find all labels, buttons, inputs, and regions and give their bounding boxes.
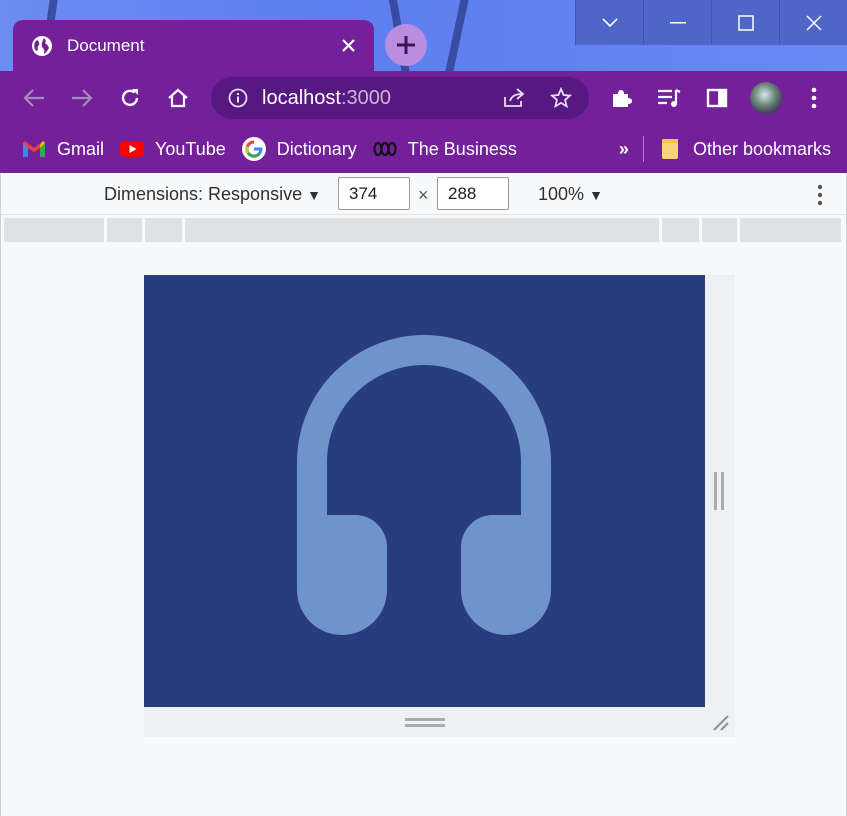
media-queue-icon <box>658 89 681 107</box>
close-icon <box>341 39 355 52</box>
bookmark-label: The Business <box>407 138 517 159</box>
media-query-segment[interactable] <box>185 218 659 242</box>
tab-title: Document <box>67 35 145 55</box>
viewport-resize-handle-bottom[interactable] <box>405 718 445 727</box>
bookmark-gmail[interactable]: Gmail <box>14 131 112 167</box>
more-vert-icon <box>817 184 823 206</box>
bookmark-the-business[interactable]: The Business <box>365 131 525 167</box>
bookmarks-overflow-button[interactable]: » <box>611 131 637 167</box>
tab-document[interactable]: Document <box>13 20 374 71</box>
dimensions-dropdown[interactable]: Dimensions: Responsive ▼ <box>104 184 321 205</box>
url-port: :3000 <box>340 86 391 109</box>
address-bar[interactable]: localhost:3000 <box>211 77 589 119</box>
tab-close-button[interactable] <box>334 32 362 60</box>
viewport-resize-handle-corner[interactable] <box>710 712 730 732</box>
google-icon <box>241 137 266 161</box>
close-icon <box>805 14 822 31</box>
zoom-label: 100% <box>538 184 585 204</box>
youtube-icon <box>120 137 145 161</box>
folder-icon <box>658 137 682 161</box>
share-icon[interactable] <box>502 87 526 109</box>
bookmark-dictionary[interactable]: Dictionary <box>234 131 365 167</box>
media-query-segment[interactable] <box>662 218 699 242</box>
headphones-icon <box>297 335 551 635</box>
bookmark-label: Dictionary <box>276 138 357 159</box>
media-query-segment[interactable] <box>107 218 142 242</box>
bookmarks-divider <box>642 136 644 162</box>
avatar[interactable] <box>750 82 782 114</box>
width-input[interactable] <box>338 177 410 210</box>
side-panel-icon <box>706 88 728 108</box>
menu-button[interactable] <box>798 82 830 114</box>
dimension-times: × <box>418 185 429 205</box>
media-query-bar <box>4 218 844 242</box>
bookmark-other-folder[interactable]: Other bookmarks <box>650 131 847 167</box>
chevron-down-icon <box>601 17 618 27</box>
browser-toolbar: localhost:3000 <box>0 71 847 125</box>
caret-down-icon: ▼ <box>589 187 603 203</box>
close-window-button[interactable] <box>779 0 847 45</box>
side-panel-button[interactable] <box>701 82 733 114</box>
height-input[interactable] <box>437 177 509 210</box>
dimensions-label: Dimensions: Responsive <box>104 184 303 204</box>
zoom-dropdown[interactable]: 100% ▼ <box>538 184 603 205</box>
device-toolbar-menu[interactable] <box>812 182 828 208</box>
extensions-icon <box>613 90 632 107</box>
new-tab-button[interactable] <box>385 24 427 66</box>
info-icon[interactable] <box>228 88 248 108</box>
url-text[interactable]: localhost:3000 <box>262 87 391 110</box>
window-edge-left <box>0 173 1 816</box>
forward-icon <box>72 89 93 107</box>
bookmark-label: YouTube <box>155 138 226 159</box>
plus-icon <box>397 36 415 54</box>
media-queue-button[interactable] <box>653 82 685 114</box>
bookmarks-bar: Gmail YouTube Dictionary The Business » … <box>0 125 847 173</box>
menu-icon <box>811 87 817 109</box>
reload-icon <box>121 89 139 107</box>
window-controls <box>575 0 847 45</box>
bookmark-label: Gmail <box>57 138 105 159</box>
globe-icon <box>32 35 52 56</box>
maximize-button[interactable] <box>711 0 779 45</box>
tab-strip: Document <box>0 0 847 71</box>
home-icon <box>168 88 188 108</box>
extensions-button[interactable] <box>605 82 637 114</box>
minimize-icon <box>669 21 686 23</box>
media-query-segment[interactable] <box>702 218 737 242</box>
star-icon[interactable] <box>550 87 572 109</box>
media-query-segment[interactable] <box>4 218 104 242</box>
tab-search-button[interactable] <box>575 0 643 45</box>
viewport-resize-handle-right[interactable] <box>714 472 724 510</box>
reload-button[interactable] <box>114 82 146 114</box>
url-host: localhost <box>262 86 341 109</box>
minimize-button[interactable] <box>643 0 711 45</box>
gmail-icon <box>22 137 46 161</box>
page-viewport <box>144 275 705 707</box>
media-query-segment[interactable] <box>145 218 182 242</box>
media-query-segment[interactable] <box>740 218 841 242</box>
device-toolbar: Dimensions: Responsive ▼ × 100% ▼ <box>0 173 847 215</box>
bookmark-label: Other bookmarks <box>692 138 831 159</box>
maximize-icon <box>737 14 754 31</box>
abc-icon <box>373 137 397 161</box>
back-button[interactable] <box>18 82 50 114</box>
bookmark-youtube[interactable]: YouTube <box>112 131 234 167</box>
forward-button[interactable] <box>66 82 98 114</box>
back-icon <box>23 89 44 107</box>
caret-down-icon: ▼ <box>307 187 321 203</box>
home-button[interactable] <box>162 82 194 114</box>
